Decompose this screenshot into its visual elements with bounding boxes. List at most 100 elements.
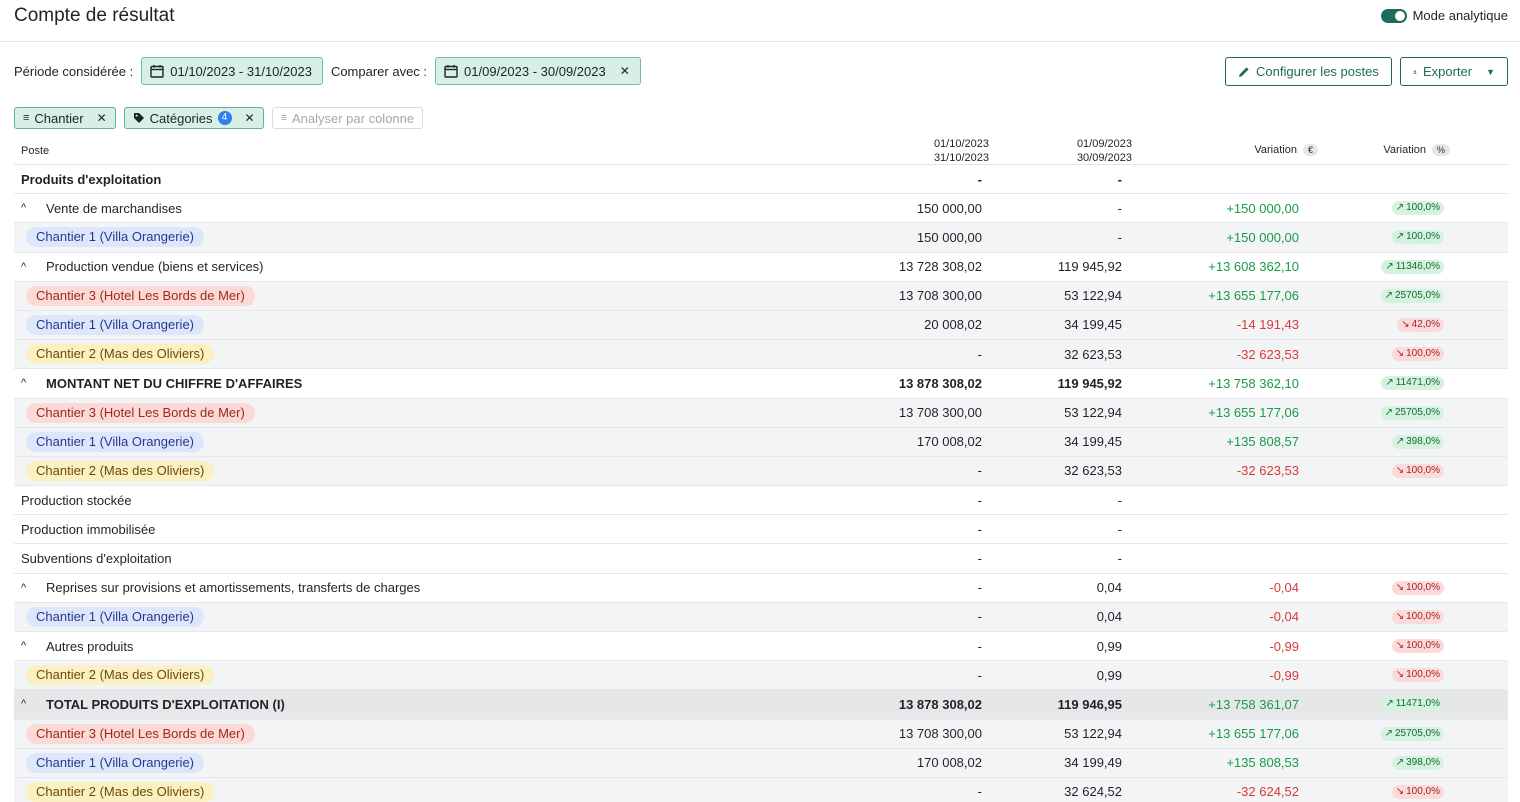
row-label: Chantier 2 (Mas des Oliviers) <box>26 778 215 802</box>
variation-pct-badge: ↘ 100,0% <box>1391 668 1444 683</box>
header-period-1-end: 31/10/2023 <box>933 152 989 164</box>
variation-pct-badge: ↗ 11471,0% <box>1381 376 1444 391</box>
filter-lines-icon: ≡ <box>23 112 30 124</box>
value-variation: +13 758 361,07 <box>1208 696 1299 712</box>
variation-pct-badge: ↗ 25705,0% <box>1380 405 1444 420</box>
value-period-1: 13 878 308,02 <box>898 375 982 391</box>
compare-date-picker[interactable]: 01/09/2023 - 30/09/2023 ✕ <box>435 57 641 85</box>
trend-up-icon: ↗ <box>1385 698 1394 710</box>
variation-pct-value: 100,0% <box>1406 610 1440 622</box>
value-variation: +13 655 177,06 <box>1208 726 1299 742</box>
table-row[interactable]: ^ TOTAL PRODUITS D'EXPLOITATION (I) 13 878… <box>14 690 1508 720</box>
row-label: ^ Production vendue (biens et services) <box>21 253 264 281</box>
variation-pct-badge: ↘ 42,0% <box>1397 317 1444 332</box>
trend-up-icon: ↗ <box>1385 260 1394 272</box>
variation-pct-value: 100,0% <box>1406 464 1440 476</box>
chevron-up-icon[interactable]: ^ <box>21 640 31 652</box>
value-variation: -32 624,52 <box>1236 784 1299 800</box>
variation-pct-value: 11471,0% <box>1395 698 1440 710</box>
poste-name: MONTANT NET DU CHIFFRE D'AFFAIRES <box>46 375 303 391</box>
value-period-1: - <box>977 667 982 683</box>
chantier-chip: Chantier 3 (Hotel Les Bords de Mer) <box>26 285 255 306</box>
chevron-up-icon[interactable]: ^ <box>21 202 31 214</box>
table-row: Chantier 3 (Hotel Les Bords de Mer) 13 70… <box>14 398 1508 428</box>
tag-chantier-label: Chantier <box>34 110 84 126</box>
table-row: Production immobilisée - - <box>14 515 1508 545</box>
variation-pct-value: 398,0% <box>1406 756 1440 768</box>
row-label: Chantier 3 (Hotel Les Bords de Mer) <box>26 399 255 427</box>
value-period-2: - <box>1117 171 1122 187</box>
value-period-2: 53 122,94 <box>1064 288 1122 304</box>
trend-down-icon: ↘ <box>1395 610 1405 622</box>
chevron-up-icon[interactable]: ^ <box>21 377 31 389</box>
table-row[interactable]: ^ Reprises sur provisions et amortissemen… <box>14 574 1508 603</box>
value-period-1: - <box>977 609 982 625</box>
chevron-up-icon[interactable]: ^ <box>21 698 31 710</box>
variation-pct-cell: ↗ 25705,0% <box>1380 399 1444 427</box>
analytic-mode-toggle[interactable]: Mode analytique <box>1380 8 1508 23</box>
analysis-tags: ≡ Chantier ✕ Catégories 4 ✕ ≡ Analyser p… <box>14 107 424 129</box>
table-row[interactable]: ^ Vente de marchandises 150 000,00 - +150 00… <box>14 194 1508 224</box>
value-variation: -0,04 <box>1269 609 1299 625</box>
export-label: Exporter <box>1422 64 1473 79</box>
row-label: ^ TOTAL PRODUITS D'EXPLOITATION (I) <box>21 690 285 718</box>
toggle-switch[interactable] <box>1380 8 1407 23</box>
table-row: Chantier 3 (Hotel Les Bords de Mer) 13 70… <box>14 281 1508 311</box>
chantier-chip: Chantier 1 (Villa Orangerie) <box>26 431 204 452</box>
compare-value: 01/09/2023 - 30/09/2023 <box>464 63 606 79</box>
filter-lines-icon: ≡ <box>280 112 287 124</box>
variation-pct-badge: ↗ 25705,0% <box>1380 726 1444 741</box>
page-header: Compte de résultat Mode analytique <box>0 0 1520 42</box>
header-period-2-start: 01/09/2023 <box>1076 138 1132 150</box>
table-row[interactable]: ^ Production vendue (biens et services) 13… <box>14 253 1508 282</box>
trend-down-icon: ↘ <box>1395 581 1405 593</box>
categories-count-badge: 4 <box>217 111 232 125</box>
variation-pct-cell: ↗ 25705,0% <box>1380 720 1444 748</box>
row-label: Chantier 2 (Mas des Oliviers) <box>26 457 215 485</box>
row-label: ^ MONTANT NET DU CHIFFRE D'AFFAIRES <box>21 369 302 397</box>
export-button[interactable]: Exporter ▼ <box>1400 57 1508 86</box>
table-body: Produits d'exploitation - - ^ Vente de march… <box>14 165 1508 802</box>
row-label: Chantier 3 (Hotel Les Bords de Mer) <box>26 282 255 310</box>
table-row: Chantier 2 (Mas des Oliviers) -0,99 -0,99 ↘… <box>14 661 1508 691</box>
configure-postes-button[interactable]: Configurer les postes <box>1225 57 1392 86</box>
value-period-2: - <box>1117 229 1122 245</box>
trend-up-icon: ↗ <box>1384 406 1393 418</box>
value-period-2: 53 122,94 <box>1064 726 1122 742</box>
chantier-chip: Chantier 3 (Hotel Les Bords de Mer) <box>26 402 255 423</box>
chevron-up-icon[interactable]: ^ <box>21 582 31 594</box>
chevron-down-icon: ▼ <box>1486 66 1495 77</box>
poste-name: Reprises sur provisions et amortissement… <box>46 580 421 596</box>
tag-chantier[interactable]: ≡ Chantier ✕ <box>14 107 116 129</box>
value-period-1: 170 008,02 <box>916 755 982 771</box>
period-date-picker[interactable]: 01/10/2023 - 31/10/2023 <box>141 57 323 85</box>
variation-pct-value: 100,0% <box>1406 348 1440 360</box>
chantier-chip: Chantier 2 (Mas des Oliviers) <box>26 344 215 365</box>
value-period-1: 13 708 300,00 <box>898 405 982 420</box>
row-label: Production immobilisée <box>21 515 155 543</box>
variation-pct-cell: ↘ 100,0% <box>1391 574 1444 602</box>
header-period-1[interactable]: 01/10/2023 31/10/2023 <box>919 137 989 165</box>
value-period-1: 13 728 308,02 <box>898 259 982 275</box>
remove-tag-icon[interactable]: ✕ <box>97 111 107 125</box>
clear-compare-icon[interactable]: ✕ <box>620 64 630 78</box>
chevron-up-icon[interactable]: ^ <box>21 261 31 273</box>
table-row[interactable]: ^ Autres produits -0,99 -0,99 ↘ 100,0% <box>14 632 1508 662</box>
tag-categories-label: Catégories <box>149 110 213 126</box>
header-variation-eur[interactable]: Variation € <box>1204 144 1318 156</box>
tag-categories[interactable]: Catégories 4 ✕ <box>123 107 264 129</box>
analyse-by-column-button[interactable]: ≡ Analyser par colonne <box>271 107 424 129</box>
chantier-chip: Chantier 2 (Mas des Oliviers) <box>26 460 215 481</box>
analyse-label: Analyser par colonne <box>291 110 415 126</box>
trend-down-icon: ↘ <box>1395 785 1405 797</box>
value-period-2: - <box>1117 200 1122 216</box>
variation-pct-cell: ↗ 100,0% <box>1391 223 1444 251</box>
remove-tag-icon[interactable]: ✕ <box>245 111 255 125</box>
variation-pct-cell: ↗ 398,0% <box>1391 428 1444 456</box>
header-variation-pct[interactable]: Variation % <box>1344 144 1450 156</box>
header-period-2-end: 30/09/2023 <box>1076 152 1132 164</box>
header-period-2[interactable]: 01/09/2023 30/09/2023 <box>1062 137 1132 165</box>
variation-pct-badge: ↘ 100,0% <box>1391 609 1444 624</box>
table-row[interactable]: ^ MONTANT NET DU CHIFFRE D'AFFAIRES 13 878… <box>14 369 1508 399</box>
variation-pct-cell: ↘ 100,0% <box>1391 603 1444 631</box>
